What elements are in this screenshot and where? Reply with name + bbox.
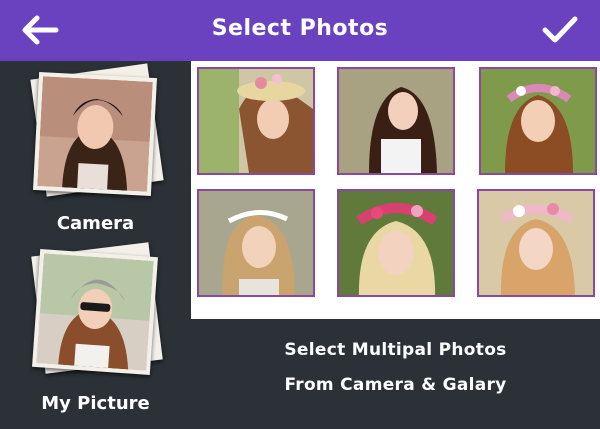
photo-grid (191, 61, 600, 319)
photo-thumbnail-2[interactable] (337, 67, 455, 175)
photo-thumbnail-3[interactable] (479, 67, 597, 175)
info-line-1: Select Multipal Photos (284, 340, 507, 360)
photo-image-4 (199, 191, 313, 295)
photo-thumbnail-6[interactable] (477, 189, 595, 297)
info-line-2: From Camera & Galary (284, 375, 507, 395)
info-panel: Select Multipal Photos From Camera & Gal… (191, 319, 600, 429)
photo-image-6 (479, 191, 593, 295)
photo-image-5 (339, 191, 453, 295)
gallery-portrait-image (36, 253, 154, 371)
gallery-label[interactable]: My Picture (0, 393, 191, 414)
checkmark-icon (542, 16, 578, 43)
camera-photo-stack[interactable] (28, 63, 164, 197)
camera-portrait-image (37, 76, 153, 192)
stack-front-card (32, 249, 158, 375)
photo-thumbnail-1[interactable] (197, 67, 315, 175)
page-title: Select Photos (211, 16, 389, 41)
gallery-photo-stack[interactable] (28, 242, 163, 378)
top-bar: Select Photos (0, 0, 600, 61)
photo-image-2 (339, 69, 453, 173)
sidebar: Camera My Picture (0, 61, 191, 429)
photo-thumbnail-5[interactable] (337, 189, 455, 297)
photo-image-1 (199, 69, 313, 173)
camera-label[interactable]: Camera (0, 213, 191, 234)
stack-front-card (32, 71, 158, 197)
photo-thumbnail-4[interactable] (197, 189, 315, 297)
confirm-button[interactable] (538, 12, 582, 48)
photo-image-3 (481, 69, 595, 173)
